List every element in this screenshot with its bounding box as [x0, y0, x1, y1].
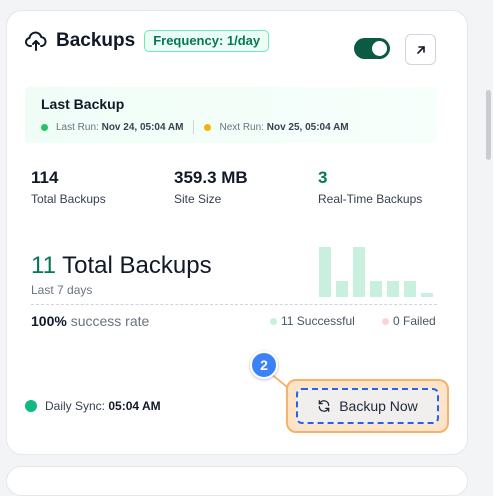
last-backup-panel: Last Backup Last Run: Nov 24, 05:04 AM N… — [25, 87, 437, 143]
stat-value: 359.3 MB — [174, 168, 248, 187]
stat-label: Total Backups — [31, 192, 106, 206]
card-header: Backups Frequency: 1/day — [24, 26, 469, 56]
total-backups-number: 11 — [31, 252, 56, 279]
stat-value: 114 — [31, 168, 59, 187]
stat-real-time-backups: 3 Real-Time Backups — [318, 168, 422, 206]
mini-bar — [421, 293, 433, 297]
next-run-value: Nov 25, 05:04 AM — [266, 121, 349, 133]
successful-dot — [270, 317, 277, 325]
backup-now-button[interactable]: Backup Now — [296, 388, 439, 424]
success-rate: 100% success rate — [31, 313, 149, 329]
stat-label: Real-Time Backups — [318, 192, 423, 206]
mini-bar — [387, 281, 399, 297]
step-number-badge: 2 — [250, 351, 278, 379]
success-rate-value: 100% — [31, 313, 67, 329]
success-rate-label: success rate — [70, 313, 150, 329]
arrow-up-right-icon — [415, 44, 427, 56]
legend-failed: 0 Failed — [382, 314, 436, 328]
period-label: Last 7 days — [31, 283, 93, 297]
open-external-button[interactable] — [405, 34, 436, 65]
backups-toggle[interactable] — [354, 38, 390, 59]
frequency-badge: Frequency: 1/day — [144, 30, 270, 52]
mini-bar — [336, 281, 348, 297]
last-backup-title: Last Backup — [41, 96, 125, 112]
next-run-label: Next Run: — [219, 121, 264, 133]
runs-divider — [193, 120, 195, 134]
mini-bar — [404, 281, 416, 297]
last-run-label: Last Run: — [56, 121, 99, 133]
legend-successful: 11 Successful — [270, 314, 355, 328]
mini-bar — [353, 247, 365, 297]
stat-site-size: 359.3 MB Site Size — [174, 168, 248, 206]
sync-label: Daily Sync: — [45, 399, 106, 413]
sync-time: 05:04 AM — [108, 399, 161, 413]
backup-now-label: Backup Now — [339, 398, 418, 414]
refresh-icon — [317, 399, 331, 413]
sync-status-dot — [25, 400, 37, 412]
cloud-upload-icon — [24, 29, 48, 53]
mini-bar — [370, 281, 382, 297]
daily-sync: Daily Sync: 05:04 AM — [25, 399, 161, 413]
stat-total-backups: 114 Total Backups — [31, 168, 106, 206]
total-backups-heading: 11 Total Backups — [31, 252, 212, 280]
last-run-status-dot — [41, 123, 48, 131]
next-run-status-dot — [204, 123, 212, 131]
summary-divider — [31, 304, 437, 305]
card-title: Backups — [56, 30, 136, 51]
last-backup-runs: Last Run: Nov 24, 05:04 AM Next Run: Nov… — [41, 120, 349, 134]
scrollbar-thumb[interactable] — [486, 90, 491, 160]
failed-label: 0 Failed — [393, 314, 436, 328]
backup-now-highlight: Backup Now — [286, 379, 449, 433]
mini-bar — [319, 247, 331, 297]
successful-label: 11 Successful — [281, 314, 355, 328]
total-backups-label: Total Backups — [62, 252, 212, 279]
last-run-value: Nov 24, 05:04 AM — [101, 121, 184, 133]
toggle-knob — [372, 41, 387, 56]
stat-label: Site Size — [174, 192, 222, 206]
mini-bar-chart — [319, 240, 439, 297]
stat-value: 3 — [318, 168, 328, 187]
failed-dot — [382, 317, 389, 325]
next-card — [6, 466, 468, 496]
